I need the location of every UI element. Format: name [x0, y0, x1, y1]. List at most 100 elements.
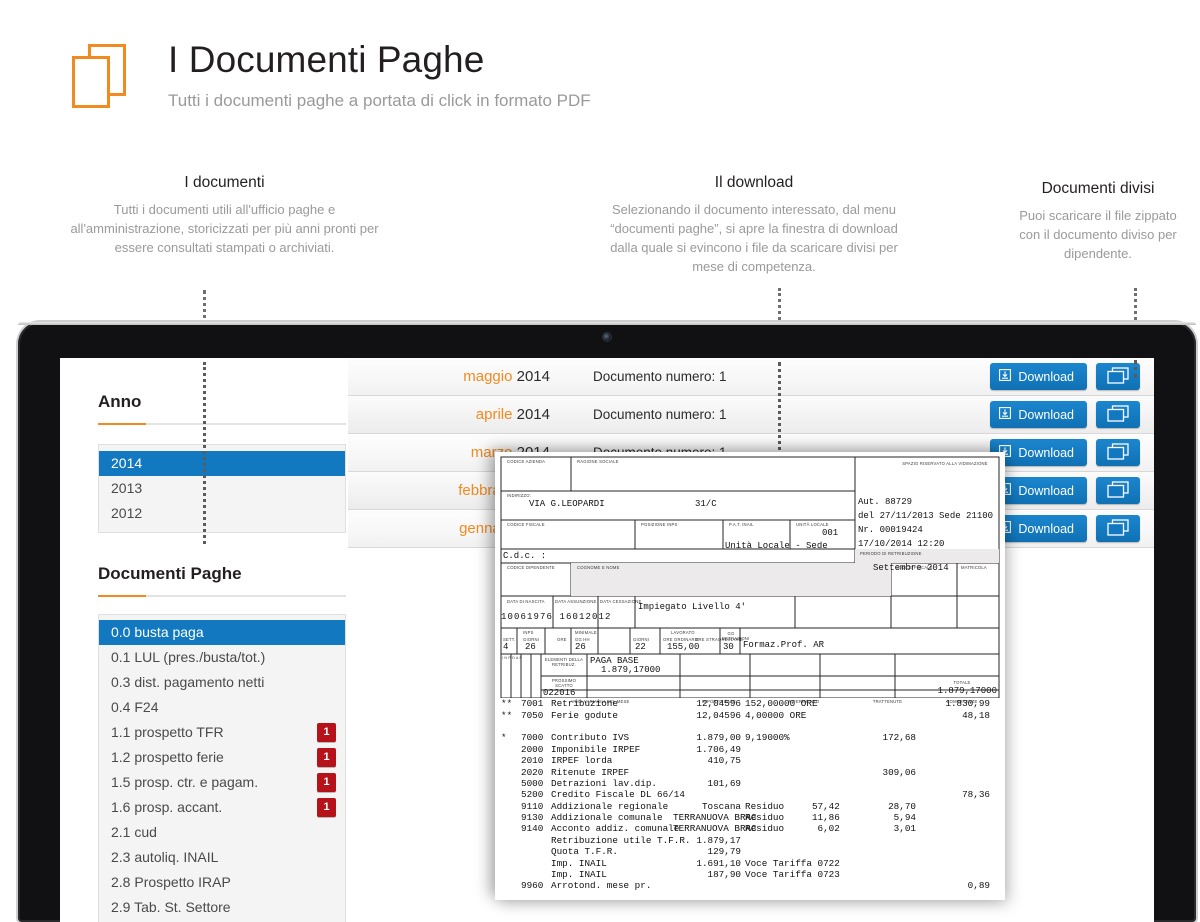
payslip-line: 2020Ritenute IRPEF309,06 — [501, 766, 999, 777]
document-item[interactable]: 2.9 Tab. St. Settore — [99, 895, 345, 920]
document-item[interactable]: 2.1 cud — [99, 820, 345, 845]
value-ore-ordinarie: 155,00 — [667, 642, 699, 652]
value-sett: 4 — [503, 642, 508, 652]
page-header: I Documenti Paghe Tutti i documenti pagh… — [70, 40, 591, 114]
payslip-line: 9110Addizionale regionaleToscanaResiduo … — [501, 801, 999, 812]
document-item[interactable]: 2.8 Prospetto IRAP — [99, 870, 345, 895]
document-item[interactable]: 1.1 prospetto TFR1 — [99, 720, 345, 745]
year-item[interactable]: 2012 — [99, 501, 345, 526]
payslip-line — [501, 721, 999, 732]
payslip-line: 9960Arrotond. mese pr.0,89 — [501, 880, 999, 891]
download-button[interactable]: Download — [990, 401, 1087, 428]
label-totale: TOTALE — [925, 680, 999, 685]
payslip-cell-base: Toscana — [673, 801, 745, 812]
callout-body: Selezionando il documento interessato, d… — [604, 201, 904, 276]
documents-list[interactable]: 0.0 busta paga 0.1 LUL (pres./busta/tot.)… — [98, 614, 346, 922]
documenti-paghe-heading-rule — [98, 595, 346, 597]
payslip-cell-trat: 309,06 — [850, 767, 922, 778]
callout-title: I documenti — [62, 174, 387, 192]
row-actions: Download — [990, 363, 1154, 390]
value-formaz-prof: Formaz.Prof. AR — [743, 640, 824, 650]
value-aut-del: del 27/11/2013 Sede 21100 — [858, 511, 993, 521]
payslip-line: Quota T.F.R.129,79 — [501, 846, 999, 857]
year-item[interactable]: 2014 — [99, 451, 345, 476]
value-unita-locale-num: 001 — [822, 528, 838, 538]
payslip-cell-base: 1.879,17 — [673, 835, 745, 846]
payslip-line: Imp. INAIL187,90Voce Tariffa 0723 — [501, 869, 999, 880]
document-label: 2.8 Prospetto IRAP — [111, 873, 231, 892]
value-dates-strip: 10061976 16012012 — [501, 612, 612, 622]
document-item[interactable]: 1.6 prosp. accant. 1 — [99, 795, 345, 820]
callout-download: Il download Selezionando il documento in… — [604, 174, 904, 276]
month-year: 2014 — [517, 368, 550, 385]
document-label: 1.6 prosp. accant. — [111, 798, 222, 817]
value-gg-detrazioni: 30 — [723, 642, 734, 652]
value-aut-nr: Nr. 00019424 — [858, 525, 923, 535]
payslip-cell-base: 187,90 — [673, 869, 745, 880]
label-posizione-inps: Posizione INPS — [641, 522, 678, 527]
value-aut-data: 17/10/2014 12:20 — [858, 539, 944, 549]
document-item[interactable]: 1.2 prospetto ferie1 — [99, 745, 345, 770]
document-item[interactable]: 0.1 LUL (pres./busta/tot.) — [99, 645, 345, 670]
document-item[interactable]: 1.5 prosp. ctr. e pagam.1 — [99, 770, 345, 795]
payslip-cell-code: 5200 — [521, 789, 551, 800]
payslip-cell-code: 9110 — [521, 801, 551, 812]
count-badge: 1 — [317, 798, 336, 817]
row-actions: Download — [990, 401, 1154, 428]
payslip-preview: Codice azienda Ragione sociale Spazio ri… — [495, 452, 1005, 900]
download-label: Download — [1018, 370, 1074, 384]
payslip-cell-desc: Credito Fiscale DL 66/14 — [551, 789, 673, 800]
download-icon — [999, 369, 1011, 384]
anno-heading: Anno — [98, 392, 141, 412]
payslip-cell-code: 2010 — [521, 755, 551, 766]
document-item[interactable]: 0.3 dist. pagamento netti — [99, 670, 345, 695]
year-item[interactable]: 2013 — [99, 476, 345, 501]
label-ragione-sociale: Ragione sociale — [577, 459, 619, 464]
document-label: 2.3 autoliq. INAIL — [111, 848, 218, 867]
payslip-cell-desc: Contributo IVS — [551, 732, 673, 743]
value-unita-locale-text: Unità Locale - Sede — [725, 541, 828, 551]
label-data-cessazione: Data cessazione — [600, 599, 641, 604]
month-name: aprile — [476, 406, 513, 423]
count-badge: 1 — [317, 748, 336, 767]
payslip-cell-base: 1.879,00 — [673, 732, 745, 743]
document-label: 0.4 F24 — [111, 698, 158, 717]
connector-line-documenti-inner — [203, 362, 206, 544]
document-item[interactable]: 2.3 autoliq. INAIL — [99, 845, 345, 870]
payslip-line: *7000Contributo IVS1.879,009,19000%172,6… — [501, 732, 999, 743]
payslip-line: 2010IRPEF lorda410,75 — [501, 755, 999, 766]
zip-per-employee-button[interactable] — [1096, 477, 1140, 504]
zip-per-employee-button[interactable] — [1096, 439, 1140, 466]
month-name: maggio — [463, 368, 512, 385]
document-item[interactable]: 0.0 busta paga — [99, 620, 345, 645]
payslip-cell-desc: Addizionale regionale — [551, 801, 673, 812]
zip-per-employee-button[interactable] — [1096, 515, 1140, 542]
payslip-cell-code: 7000 — [521, 732, 551, 743]
payslip-cell-base: TERRANUOVA BRAC — [673, 823, 745, 834]
count-badge: 1 — [317, 773, 336, 792]
label-elementi-retribuzione: ELEMENTI DELLA RETRIBUZ. — [543, 657, 585, 668]
document-item[interactable]: 0.4 F24 — [99, 695, 345, 720]
payslip-lines: **7001Retribuzione12,04596152,00000 ORE1… — [501, 698, 999, 892]
payslip-cell-base: 1.691,10 — [673, 858, 745, 869]
month-row: aprile 2014Documento numero: 1Download — [348, 396, 1154, 434]
documenti-paghe-heading: Documenti Paghe — [98, 564, 242, 584]
payslip-cell-rif: 9,19000% — [745, 732, 850, 743]
document-label: 2.1 cud — [111, 823, 157, 842]
year-label: 2012 — [111, 504, 142, 523]
connector-line-divisi-inner — [1134, 360, 1137, 378]
payslip-cell-base: 410,75 — [673, 755, 745, 766]
download-button[interactable]: Download — [990, 363, 1087, 390]
value-prossimo-scatto: 022016 — [543, 688, 575, 698]
document-label: 0.0 busta paga — [111, 623, 204, 642]
zip-per-employee-button[interactable] — [1096, 401, 1140, 428]
webcam-icon — [603, 333, 611, 341]
label-codice-fiscale-2: Codice fiscale — [895, 565, 933, 570]
year-list[interactable]: 20142013 2012 — [98, 444, 346, 533]
payslip-line: 9130Addizionale comunaleTERRANUOVA BRACR… — [501, 812, 999, 823]
payslip-cell-code: 7001 — [521, 698, 551, 709]
payslip-cell-trat: 172,68 — [850, 732, 922, 743]
payslip-cell-base: 12,04596 — [673, 710, 745, 721]
value-aut: Aut. 88729 — [858, 497, 912, 507]
payslip-cell-code: 2020 — [521, 767, 551, 778]
